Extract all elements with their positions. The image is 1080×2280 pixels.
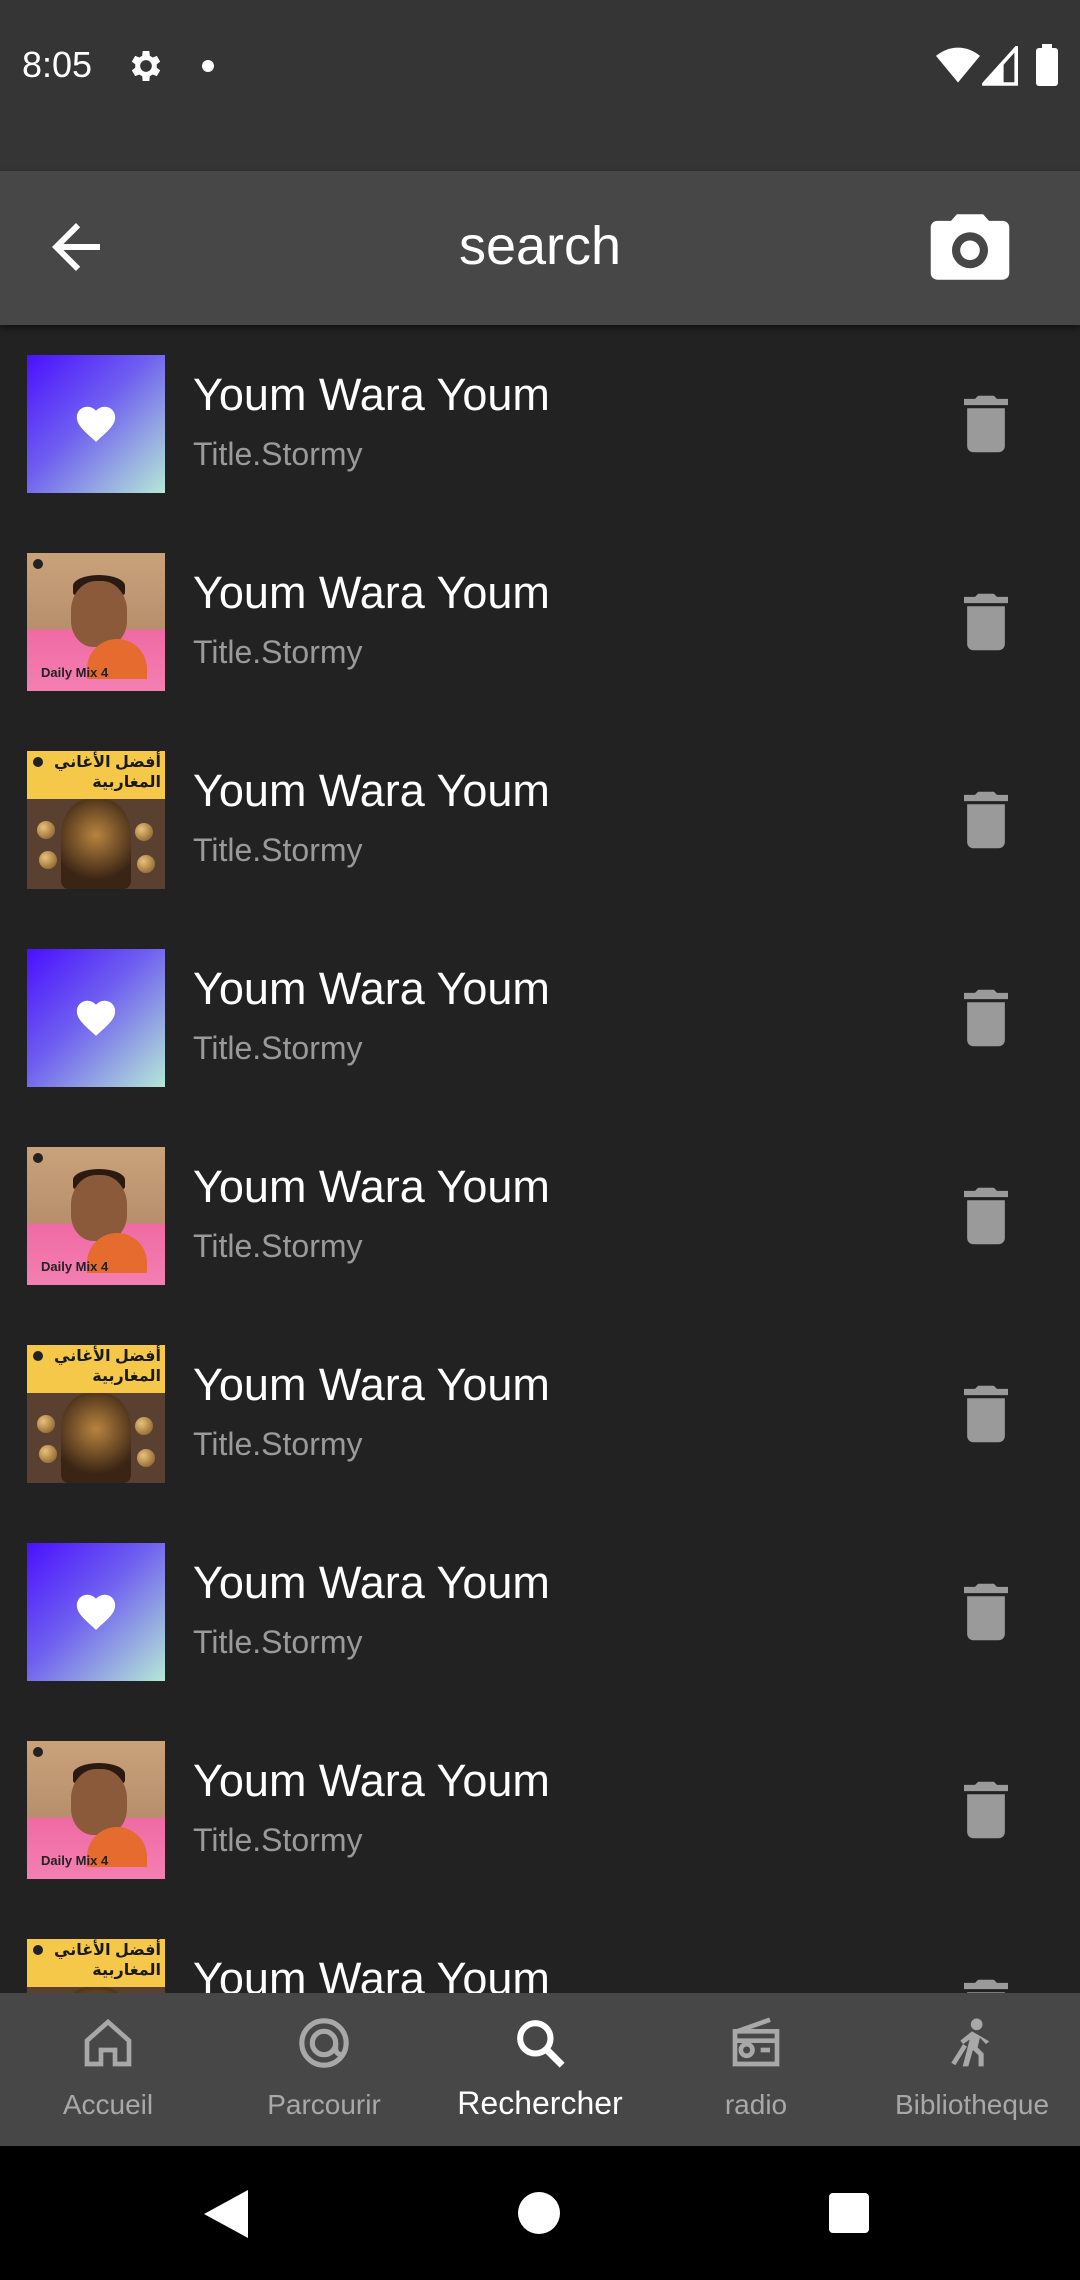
heart-icon <box>76 1594 116 1630</box>
browse-at-icon <box>299 2018 349 2068</box>
album-art: أفضل الأغاني المغاربية <box>27 751 165 889</box>
track-title: Youm Wara Youm <box>193 1359 550 1410</box>
heart-icon <box>76 1000 116 1036</box>
system-navigation-bar <box>0 2146 1080 2280</box>
list-item[interactable]: Daily Mix 4 Youm Wara Youm Title.Stormy <box>0 523 1080 721</box>
trash-icon[interactable] <box>964 791 1008 849</box>
nav-label: radio <box>724 2089 788 2120</box>
album-art-label: أفضل الأغاني المغاربية <box>54 754 161 791</box>
list-item[interactable]: Daily Mix 4 Youm Wara Youm Title.Stormy <box>0 1711 1080 1909</box>
trash-icon[interactable] <box>964 1187 1008 1245</box>
track-subtitle: Title.Stormy <box>193 436 363 472</box>
track-title: Youm Wara Youm <box>193 1557 550 1608</box>
album-art: Daily Mix 4 <box>27 1741 165 1879</box>
nav-item-radio[interactable]: radio <box>648 1993 864 2146</box>
radio-icon <box>732 2017 780 2067</box>
list-item[interactable]: أفضل الأغاني المغاربيةYoum Wara YoumTitl… <box>0 1909 1080 1993</box>
camera-icon[interactable] <box>930 211 1010 283</box>
trash-icon[interactable] <box>964 1781 1008 1839</box>
battery-icon <box>1036 44 1058 86</box>
track-title: Youm Wara Youm <box>193 963 550 1014</box>
list-item[interactable]: Youm Wara Youm Title.Stormy <box>0 919 1080 1117</box>
list-item[interactable]: Youm Wara Youm Title.Stormy <box>0 325 1080 523</box>
album-art-label: أفضل الأغاني المغاربية <box>54 1942 161 1979</box>
trash-icon[interactable] <box>964 1979 1008 1993</box>
trash-icon[interactable] <box>964 1385 1008 1443</box>
list-item[interactable]: أفضل الأغاني المغاربية Youm Wara Youm Titl… <box>0 721 1080 919</box>
album-art-label: أفضل الأغاني المغاربية <box>54 1348 161 1385</box>
heart-icon <box>76 406 116 442</box>
track-subtitle: Title.Stormy <box>193 1822 363 1858</box>
nav-label: Parcourir <box>267 2089 381 2120</box>
track-title: Youm Wara Youm <box>193 1161 550 1212</box>
album-art-label: Daily Mix 4 <box>41 1259 109 1274</box>
trash-icon[interactable] <box>964 395 1008 453</box>
album-art <box>27 1543 165 1681</box>
album-art: أفضل الأغاني المغاربية <box>27 1939 165 1993</box>
signal-icon <box>982 46 1018 86</box>
wifi-icon <box>936 47 980 83</box>
system-back-icon[interactable] <box>204 2190 248 2238</box>
track-title: Youm Wara Youm <box>193 567 550 618</box>
track-subtitle: Title.Stormy <box>193 1624 363 1660</box>
track-subtitle: Title.Stormy <box>193 1426 363 1462</box>
trash-icon[interactable] <box>964 1583 1008 1641</box>
nav-label: Bibliotheque <box>894 2089 1050 2120</box>
album-art: أفضل الأغاني المغاربية <box>27 1345 165 1483</box>
track-title: Youm Wara Youm <box>193 765 550 816</box>
library-icon <box>951 2018 990 2067</box>
track-title: Youm Wara Youm <box>193 1755 550 1806</box>
album-art <box>27 949 165 1087</box>
track-subtitle: Title.Stormy <box>193 1030 363 1066</box>
list-item[interactable]: أفضل الأغاني المغاربية Youm Wara Youm Titl… <box>0 1315 1080 1513</box>
spotify-logo-icon <box>33 559 43 569</box>
system-recents-icon[interactable] <box>829 2193 869 2233</box>
album-art: Daily Mix 4 <box>27 553 165 691</box>
trash-icon[interactable] <box>964 593 1008 651</box>
list-item[interactable]: Youm Wara Youm Title.Stormy <box>0 1513 1080 1711</box>
nav-label: Accueil <box>62 2089 154 2120</box>
list-item[interactable]: Daily Mix 4 Youm Wara Youm Title.Stormy <box>0 1117 1080 1315</box>
nav-item-bibliotheque[interactable]: Bibliotheque <box>864 1993 1080 2146</box>
nav-label: Rechercher <box>457 2085 623 2121</box>
status-bar: 8:05 <box>0 0 1080 171</box>
search-icon <box>517 2020 565 2068</box>
nav-item-parcourir[interactable]: Parcourir <box>216 1993 432 2146</box>
track-title: Youm Wara Youm <box>193 1953 550 1993</box>
spotify-logo-icon <box>33 1153 43 1163</box>
bottom-navigation: Accueil Parcourir Rechercher radio Bibli… <box>0 1993 1080 2146</box>
status-time: 8:05 <box>22 44 93 85</box>
album-art: Daily Mix 4 <box>27 1147 165 1285</box>
home-icon <box>84 2018 132 2067</box>
notification-dot-icon <box>202 60 214 72</box>
nav-item-rechercher[interactable]: Rechercher <box>432 1993 648 2146</box>
result-list[interactable]: Youm Wara Youm Title.Stormy Daily Mix 4 You… <box>0 325 1080 1993</box>
nav-item-accueil[interactable]: Accueil <box>0 1993 216 2146</box>
spotify-logo-icon <box>33 1747 43 1757</box>
track-title: Youm Wara Youm <box>193 369 550 420</box>
system-home-icon[interactable] <box>518 2192 560 2234</box>
album-art-label: Daily Mix 4 <box>41 1853 109 1868</box>
toolbar: search <box>0 171 1080 325</box>
page-title: search <box>458 216 622 276</box>
track-subtitle: Title.Stormy <box>193 634 363 670</box>
album-art <box>27 355 165 493</box>
track-subtitle: Title.Stormy <box>193 832 363 868</box>
gear-icon <box>131 51 161 81</box>
album-art-label: Daily Mix 4 <box>41 665 109 680</box>
trash-icon[interactable] <box>964 989 1008 1047</box>
track-subtitle: Title.Stormy <box>193 1228 363 1264</box>
